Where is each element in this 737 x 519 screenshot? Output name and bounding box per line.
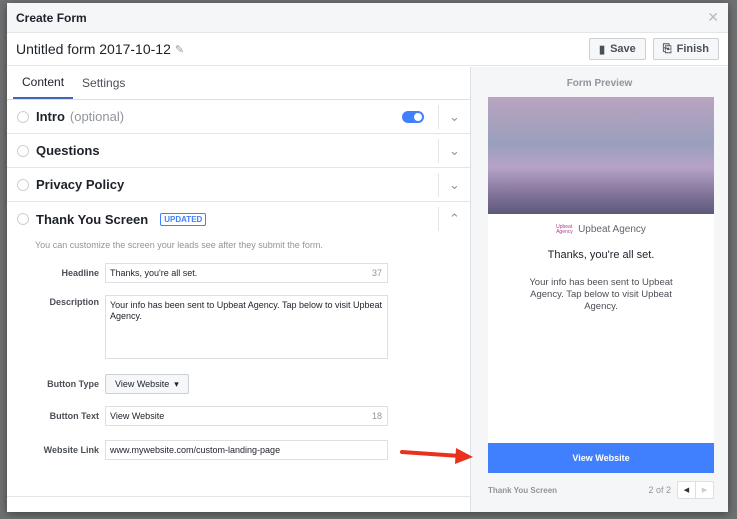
description-textarea[interactable]: Your info has been sent to Upbeat Agency… [105,295,388,359]
preview-view-website-button[interactable]: View Website [488,443,714,473]
status-radio [17,110,29,123]
chevron-down-icon[interactable]: ⌄ [438,139,470,163]
section-title: Questions [36,143,100,158]
button-type-value: View Website [115,379,170,389]
button-type-label: Button Type [47,379,99,389]
section-intro[interactable]: Intro (optional) ⌄ [7,100,470,134]
status-radio [17,144,29,157]
status-radio [17,213,29,225]
caret-down-icon: ▾ [174,378,179,389]
brand-name: Upbeat Agency [578,224,646,235]
pencil-icon[interactable]: ✎ [175,43,184,56]
description-label: Description [49,297,99,307]
section-privacy-policy[interactable]: Privacy Policy ⌄ [7,168,470,202]
brand-logo: Upbeat Agency [556,223,573,235]
finish-button[interactable]: ⎘ Finish [652,38,719,60]
section-title: Privacy Policy [36,177,125,192]
chevron-up-icon[interactable]: ⌃ [438,207,470,231]
preview-card: Upbeat Agency Upbeat Agency Thanks, you'r… [488,214,714,443]
page-indicator: 2 of 2 [648,485,671,495]
form-name[interactable]: Untitled form 2017-10-12 [16,41,171,57]
headline-input[interactable]: Thanks, you're all set. 37 [105,263,388,283]
section-questions[interactable]: Questions ⌄ [7,134,470,168]
headline-value: Thanks, you're all set. [110,268,198,278]
button-type-dropdown[interactable]: View Website ▾ [105,374,189,394]
intro-toggle[interactable] [402,111,424,123]
headline-label: Headline [61,268,99,278]
website-link-value: www.mywebsite.com/custom-landing-page [110,445,281,455]
status-radio [17,178,29,191]
finish-icon: ⎘ [662,42,672,55]
save-button[interactable]: ▮ Save [589,38,646,60]
description-value: Your info has been sent to Upbeat Agency… [110,300,383,321]
section-title: Thank You Screen [36,211,149,227]
save-label: Save [610,43,636,55]
prev-page-icon[interactable]: ◀ [678,482,696,498]
red-arrow-annotation [400,448,473,464]
chevron-down-icon[interactable]: ⌄ [438,173,470,197]
optional-label: (optional) [69,109,125,124]
form-title-row: Untitled form 2017-10-12 ✎ ▮ Save ⎘ Finish [7,33,728,66]
char-count: 18 [371,411,382,421]
section-title: Intro [36,109,65,124]
modal-title: Create Form [16,10,87,25]
finish-label: Finish [676,43,709,55]
thank-you-header[interactable]: Thank You Screen UPDATED ⌃ [7,202,470,236]
create-form-modal: Create Form ✕ Untitled form 2017-10-12 ✎… [7,3,728,512]
button-text-input[interactable]: View Website 18 [105,406,388,426]
close-icon[interactable]: ✕ [707,9,719,26]
save-icon: ▮ [599,43,606,56]
help-text: You can customize the screen your leads … [35,240,323,250]
next-page-icon[interactable]: ▶ [696,482,713,498]
updated-badge: UPDATED [160,212,207,226]
button-text-value: View Website [110,411,165,421]
char-count: 37 [371,268,382,278]
website-link-input[interactable]: www.mywebsite.com/custom-landing-page [105,440,388,460]
modal-header: Create Form ✕ [7,3,728,33]
tab-settings[interactable]: Settings [73,67,134,99]
tab-content[interactable]: Content [13,67,74,99]
preview-title: Form Preview [566,78,633,89]
preview-headline: Thanks, you're all set. [547,249,655,261]
preview-description: Your info has been sent to Upbeat Agency… [529,277,673,312]
chevron-down-icon[interactable]: ⌄ [438,105,470,129]
button-text-label: Button Text [49,411,99,421]
website-link-label: Website Link [43,445,99,455]
preview-cover-image [488,97,714,214]
preview-screen-name: Thank You Screen [488,485,558,495]
form-preview-panel: Form Preview Upbeat Agency Upbeat Agency … [470,67,728,512]
